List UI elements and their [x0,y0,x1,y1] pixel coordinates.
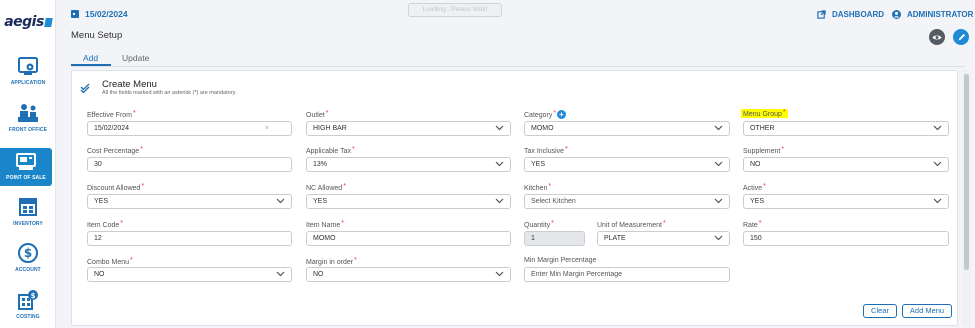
inventory-icon [19,198,37,216]
tab-divider [71,66,965,67]
chevron-down-icon [495,161,504,167]
discount-allowed-select[interactable]: YES [87,194,292,209]
chevron-down-icon [495,125,504,131]
sidebar-item-label: APPLICATION [10,80,46,86]
view-button[interactable] [929,29,945,45]
scrollbar-thumb[interactable] [964,74,969,270]
chevron-down-icon [714,125,723,131]
chevron-down-icon [495,198,504,204]
applicable-tax-select[interactable]: 13% [306,157,511,172]
point-of-sale-icon [16,153,36,170]
chevron-down-icon [933,125,942,131]
cost-percentage-input[interactable]: 30 [87,157,292,172]
kitchen-select[interactable]: Select Kitchen [524,194,730,209]
tax-inclusive-select[interactable]: YES [524,157,730,172]
svg-text:$: $ [24,246,32,260]
active-select[interactable]: YES [743,194,949,209]
sidebar-item-label: POINT OF SALE [6,175,46,181]
item-name-input[interactable]: MOMO [306,231,511,246]
nc-allowed-label: NC Allowed* [306,183,346,192]
account-dollar-icon: $ [18,243,38,263]
loading-indicator: Loading . Please Wait! [408,3,502,17]
tax-inclusive-label: Tax Inclusive* [524,146,568,155]
dashboard-link[interactable]: DASHBOARD [817,10,884,19]
chevron-down-icon [714,198,723,204]
item-code-label: Item Code* [87,220,124,229]
combo-menu-select[interactable]: NO [87,267,292,282]
sidebar-item-front-office[interactable]: FRONT OFFICE [0,102,56,146]
applicable-tax-label: Applicable Tax* [306,146,355,155]
rate-label: Rate* [743,220,762,229]
combo-menu-label: Combo Menu* [87,257,133,266]
unit-of-measurement-label: Unit of Measurement* [597,220,666,229]
discount-allowed-label: Discount Allowed* [87,183,145,192]
user-menu[interactable]: ADMINISTRATOR [892,10,973,19]
effective-from-date[interactable]: 15/02/2024 × [87,121,292,136]
item-code-input[interactable]: 12 [87,231,292,246]
min-margin-percentage-label: Min Margin Percentage [524,257,597,264]
cost-percentage-label: Cost Percentage* [87,146,143,155]
outlet-select[interactable]: HIGH BAR [306,121,511,136]
rate-input[interactable]: 150 [743,231,949,246]
double-check-icon [80,83,90,93]
chevron-down-icon [714,235,723,241]
clear-button[interactable]: Clear [863,304,897,318]
add-category-icon[interactable]: + [557,110,566,119]
effective-from-label: Effective From* [87,110,136,119]
clear-date-icon[interactable]: × [265,122,269,135]
card-title: Create Menu [102,79,157,90]
eye-icon [932,34,942,40]
margin-in-order-select[interactable]: NO [306,267,511,282]
min-margin-percentage-input[interactable]: Enter Min Margin Percentage [524,267,730,282]
active-tab-indicator [71,64,111,66]
item-name-label: Item Name* [306,220,344,229]
category-select[interactable]: MOMO [524,121,730,136]
nc-allowed-select[interactable]: YES [306,194,511,209]
category-label: Category* [524,110,557,119]
sidebar: aegis APPLICATION FRONT OFFICE POINT OF … [0,0,56,328]
external-link-icon [817,10,826,19]
sidebar-item-account[interactable]: $ ACCOUNT [0,242,56,286]
supplement-label: Supplement* [743,146,785,155]
quantity-label: Quantity* [524,220,554,229]
sidebar-item-costing[interactable]: $ COSTING [0,289,56,328]
user-icon [892,10,901,19]
menu-group-select[interactable]: OTHER [743,121,949,136]
application-gear-icon [18,57,38,75]
sidebar-item-inventory[interactable]: INVENTORY [0,196,56,240]
aegis-logo[interactable]: aegis [2,14,54,30]
svg-text:$: $ [31,292,36,300]
costing-icon: $ [18,290,38,310]
sidebar-item-point-of-sale[interactable]: POINT OF SALE [0,148,52,186]
add-menu-button[interactable]: Add Menu [902,304,952,318]
supplement-select[interactable]: NO [743,157,949,172]
sidebar-item-label: FRONT OFFICE [8,127,48,133]
menu-group-label: Menu Group* [741,109,788,118]
active-label: Active* [743,183,766,192]
front-office-icon [18,104,38,122]
chevron-down-icon [276,198,285,204]
margin-in-order-label: Margin in order* [306,257,357,266]
outlet-label: Outlet* [306,110,329,119]
quantity-input[interactable]: 1 [524,231,585,246]
chevron-down-icon [714,161,723,167]
unit-of-measurement-select[interactable]: PLATE [597,231,730,246]
card-subtitle: All the fields marked with an asterisk (… [102,90,237,96]
chevron-down-icon [933,161,942,167]
tab-update[interactable]: Update [122,53,149,63]
edit-button[interactable] [953,29,969,45]
tab-add[interactable]: Add [83,53,98,63]
chevron-down-icon [933,198,942,204]
kitchen-label: Kitchen* [524,183,552,192]
sidebar-item-label: ACCOUNT [15,267,41,273]
sidebar-item-application[interactable]: APPLICATION [0,55,56,99]
header-date: 15/02/2024 [71,9,128,19]
chevron-down-icon [495,271,504,277]
chevron-down-icon [276,271,285,277]
calendar-icon [71,10,79,18]
page-title: Menu Setup [71,30,123,41]
pencil-icon [958,33,965,40]
sidebar-item-label: COSTING [16,314,40,320]
sidebar-item-label: INVENTORY [13,221,43,227]
